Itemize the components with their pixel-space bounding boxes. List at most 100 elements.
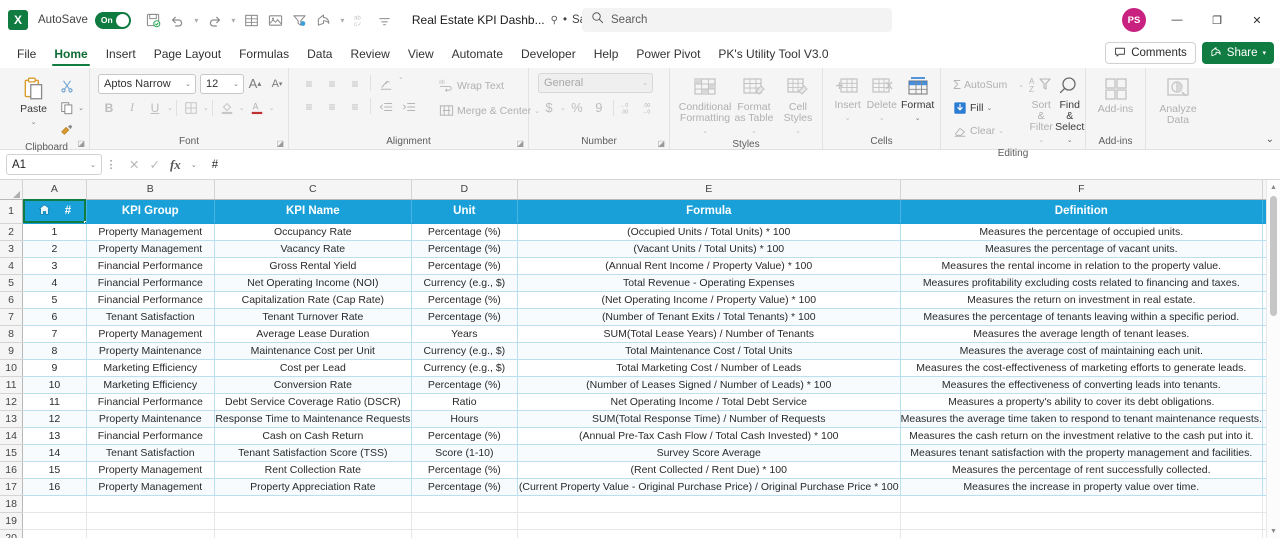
tab-data[interactable]: Data — [298, 40, 341, 68]
cell-styles-button[interactable]: Cell Styles ⌄ — [779, 73, 817, 137]
cell-a6[interactable]: 5 — [22, 291, 87, 309]
cell-b16[interactable]: Property Management — [86, 461, 215, 479]
name-box[interactable]: A1 ⌄ — [6, 154, 102, 175]
cell-d16[interactable]: Percentage (%) — [411, 461, 518, 479]
wrap-text-button[interactable]: ab Wrap Text — [436, 75, 543, 96]
align-left-button[interactable]: ≡ — [298, 96, 320, 117]
row-header-1[interactable]: 1 — [0, 199, 24, 224]
picture-icon[interactable] — [265, 9, 287, 31]
cell-a19[interactable] — [22, 512, 87, 530]
cancel-icon[interactable]: ✕ — [129, 157, 139, 172]
decrease-font-size-button[interactable]: A ▾ — [266, 73, 288, 94]
cell-d8[interactable]: Years — [411, 325, 518, 343]
cell-c18[interactable] — [214, 495, 412, 513]
document-title[interactable]: Real Estate KPI Dashb... — [412, 13, 545, 27]
cell-f5[interactable]: Measures profitability excluding costs r… — [900, 274, 1263, 292]
cell-c2[interactable]: Occupancy Rate — [214, 223, 412, 241]
cell-c6[interactable]: Capitalization Rate (Cap Rate) — [214, 291, 412, 309]
font-size-combobox[interactable]: 12 ⌄ — [200, 73, 244, 94]
cell-f15[interactable]: Measures tenant satisfaction with the pr… — [900, 444, 1263, 462]
autosum-button[interactable]: Σ AutoSum ⌄ — [950, 74, 1027, 95]
delete-cells-button[interactable]: Delete ⌄ — [865, 73, 898, 124]
cut-button[interactable] — [56, 75, 78, 96]
cell-d2[interactable]: Percentage (%) — [411, 223, 518, 241]
cell-e9[interactable]: Total Maintenance Cost / Total Units — [517, 342, 901, 360]
column-header-a[interactable]: A — [22, 180, 87, 200]
insert-cells-button[interactable]: Insert ⌄ — [832, 73, 863, 124]
cell-d7[interactable]: Percentage (%) — [411, 308, 518, 326]
cell-b8[interactable]: Property Management — [86, 325, 215, 343]
cell-b5[interactable]: Financial Performance — [86, 274, 215, 292]
decrease-decimal-button[interactable]: .00 →0 — [639, 97, 661, 118]
cell-e19[interactable] — [517, 512, 901, 530]
fill-color-dropdown-icon[interactable]: ⌄ — [239, 104, 245, 112]
select-all-button[interactable] — [0, 180, 24, 200]
cell-c5[interactable]: Net Operating Income (NOI) — [214, 274, 412, 292]
cell-c12[interactable]: Debt Service Coverage Ratio (DSCR) — [214, 393, 412, 411]
addins-button[interactable]: Add-ins — [1092, 73, 1140, 115]
underline-dropdown-icon[interactable]: ⌄ — [167, 104, 173, 112]
cell-e6[interactable]: (Net Operating Income / Property Value) … — [517, 291, 901, 309]
cell-e2[interactable]: (Occupied Units / Total Units) * 100 — [517, 223, 901, 241]
cell-b7[interactable]: Tenant Satisfaction — [86, 308, 215, 326]
share-icon[interactable] — [313, 9, 335, 31]
align-bottom-button[interactable]: ≡ — [344, 73, 366, 94]
orientation-button[interactable] — [375, 73, 397, 94]
tab-developer[interactable]: Developer — [512, 40, 585, 68]
cell-d18[interactable] — [411, 495, 518, 513]
row-header-18[interactable]: 18 — [0, 495, 24, 513]
cell-e13[interactable]: SUM(Total Response Time) / Number of Req… — [517, 410, 901, 428]
cell-a7[interactable]: 6 — [22, 308, 87, 326]
cell-c10[interactable]: Cost per Lead — [214, 359, 412, 377]
cell-d9[interactable]: Currency (e.g., $) — [411, 342, 518, 360]
minimize-button[interactable]: — — [1158, 5, 1196, 35]
cell-b4[interactable]: Financial Performance — [86, 257, 215, 275]
cell-e11[interactable]: (Number of Leases Signed / Number of Lea… — [517, 376, 901, 394]
cell-d6[interactable]: Percentage (%) — [411, 291, 518, 309]
cell-a15[interactable]: 14 — [22, 444, 87, 462]
cell-b3[interactable]: Property Management — [86, 240, 215, 258]
scroll-up-icon[interactable]: ▲ — [1267, 180, 1280, 194]
cell-e12[interactable]: Net Operating Income / Total Debt Servic… — [517, 393, 901, 411]
cell-c1[interactable]: KPI Name — [214, 199, 412, 224]
fill-color-button[interactable] — [216, 97, 238, 118]
scroll-down-icon[interactable]: ▼ — [1267, 524, 1280, 538]
paste-dropdown-icon[interactable]: ⌄ — [31, 117, 37, 128]
comments-button[interactable]: Comments — [1105, 42, 1196, 64]
formula-bar-options-icon[interactable]: ⋮ — [102, 158, 120, 171]
cell-d10[interactable]: Currency (e.g., $) — [411, 359, 518, 377]
conditional-formatting-button[interactable]: Conditional Formatting ⌄ — [679, 73, 731, 137]
insert-cells-dropdown-icon[interactable]: ⌄ — [845, 113, 851, 124]
tab-home[interactable]: Home — [45, 40, 96, 68]
tab-formulas[interactable]: Formulas — [230, 40, 298, 68]
accounting-format-button[interactable]: $ — [538, 97, 560, 118]
delete-cells-dropdown-icon[interactable]: ⌄ — [879, 113, 885, 124]
cell-f17[interactable]: Measures the increase in property value … — [900, 478, 1263, 496]
cell-b18[interactable] — [86, 495, 215, 513]
tab-file[interactable]: File — [8, 40, 45, 68]
tab-power-pivot[interactable]: Power Pivot — [627, 40, 709, 68]
cell-d19[interactable] — [411, 512, 518, 530]
cell-c20[interactable] — [214, 529, 412, 538]
font-color-dropdown-icon[interactable]: ⌄ — [269, 104, 275, 112]
comma-style-button[interactable]: 9 — [588, 97, 610, 118]
format-cells-dropdown-icon[interactable]: ⌄ — [915, 113, 921, 124]
cell-d12[interactable]: Ratio — [411, 393, 518, 411]
cell-f12[interactable]: Measures a property's ability to cover i… — [900, 393, 1263, 411]
column-header-e[interactable]: E — [517, 180, 901, 200]
share-dropdown-caret-icon[interactable]: ▾ — [1262, 49, 1266, 57]
cell-a2[interactable]: 1 — [22, 223, 87, 241]
cell-a10[interactable]: 9 — [22, 359, 87, 377]
font-name-dropdown-icon[interactable]: ⌄ — [185, 80, 191, 88]
cell-a9[interactable]: 8 — [22, 342, 87, 360]
cell-f14[interactable]: Measures the cash return on the investme… — [900, 427, 1263, 445]
borders-button[interactable] — [180, 97, 202, 118]
column-header-c[interactable]: C — [214, 180, 412, 200]
cell-c17[interactable]: Property Appreciation Rate — [214, 478, 412, 496]
cell-b10[interactable]: Marketing Efficiency — [86, 359, 215, 377]
cell-f16[interactable]: Measures the percentage of rent successf… — [900, 461, 1263, 479]
format-as-table-button[interactable]: Format as Table ⌄ — [733, 73, 775, 137]
tab-view[interactable]: View — [399, 40, 443, 68]
cell-f6[interactable]: Measures the return on investment in rea… — [900, 291, 1263, 309]
cell-e14[interactable]: (Annual Pre-Tax Cash Flow / Total Cash I… — [517, 427, 901, 445]
